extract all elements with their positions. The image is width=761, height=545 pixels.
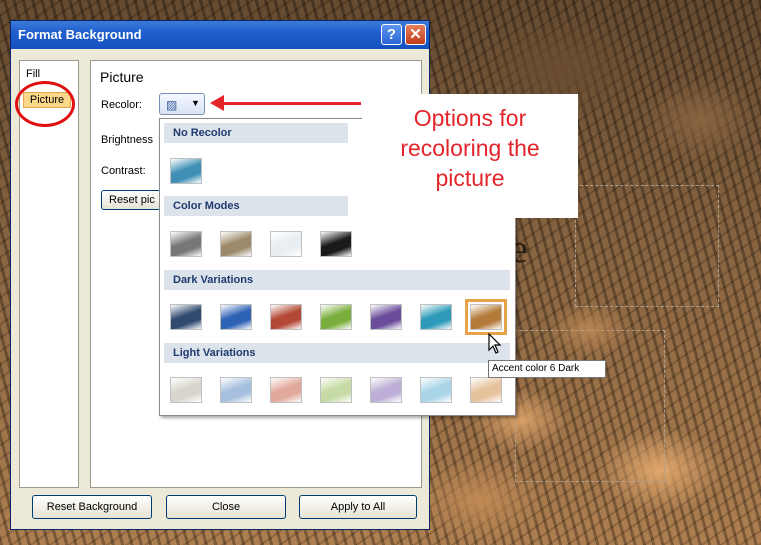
slide-placeholder-box (515, 330, 665, 482)
dark-variation-swatch[interactable] (170, 304, 202, 330)
close-button[interactable]: Close (166, 495, 286, 519)
section-title-picture: Picture (100, 69, 144, 85)
title-bar: Format Background ? ✕ (11, 21, 429, 49)
apply-to-all-button[interactable]: Apply to All (299, 495, 417, 519)
annotation-line: picture (435, 165, 505, 191)
annotation-arrow-line (221, 102, 361, 105)
menu-header-color-modes: Color Modes (164, 196, 348, 216)
dark-variation-swatch[interactable] (320, 304, 352, 330)
light-variation-swatch[interactable] (270, 377, 302, 403)
swatch-tooltip: Accent color 6 Dark (488, 360, 606, 378)
light-variation-swatch[interactable] (220, 377, 252, 403)
menu-header-light-variations: Light Variations (164, 343, 510, 363)
color-mode-swatch[interactable] (320, 231, 352, 257)
annotation-line: recoloring the (400, 135, 540, 161)
dark-variation-swatch[interactable] (220, 304, 252, 330)
color-mode-swatch[interactable] (270, 231, 302, 257)
annotation-arrow-head (210, 95, 224, 111)
light-variation-swatch[interactable] (370, 377, 402, 403)
no-recolor-swatch[interactable] (170, 158, 202, 184)
color-mode-swatch[interactable] (170, 231, 202, 257)
reset-background-button[interactable]: Reset Background (32, 495, 152, 519)
highlight-oval (15, 81, 75, 127)
menu-header-dark-variations: Dark Variations (164, 270, 510, 290)
reset-picture-button[interactable]: Reset pic (101, 190, 161, 210)
light-variation-swatch[interactable] (320, 377, 352, 403)
recolor-label: Recolor: (101, 99, 142, 111)
help-button[interactable]: ? (381, 24, 402, 45)
menu-header-no-recolor: No Recolor (164, 123, 348, 143)
dark-variation-swatch[interactable] (270, 304, 302, 330)
recolor-dropdown-button[interactable]: ▨ ▼ (159, 93, 205, 115)
chevron-down-icon: ▼ (191, 98, 200, 108)
light-variation-swatch[interactable] (170, 377, 202, 403)
light-variation-swatch[interactable] (470, 377, 502, 403)
color-mode-swatch[interactable] (220, 231, 252, 257)
dark-variation-swatch-selected[interactable] (465, 299, 507, 335)
contrast-label: Contrast: (101, 165, 146, 177)
mouse-cursor-icon (488, 332, 502, 360)
annotation-text: Options for recoloring the picture (362, 103, 578, 193)
close-icon[interactable]: ✕ (405, 24, 426, 45)
palette-icon: ▨ (166, 98, 178, 112)
dark-variation-swatch[interactable] (420, 304, 452, 330)
dark-variation-swatch[interactable] (370, 304, 402, 330)
slide-placeholder-box (575, 185, 719, 307)
brightness-label: Brightness (101, 134, 153, 146)
light-variation-swatch[interactable] (420, 377, 452, 403)
dialog-title: Format Background (18, 27, 142, 42)
nav-item-fill[interactable]: Fill (26, 68, 40, 80)
annotation-line: Options for (413, 105, 527, 131)
